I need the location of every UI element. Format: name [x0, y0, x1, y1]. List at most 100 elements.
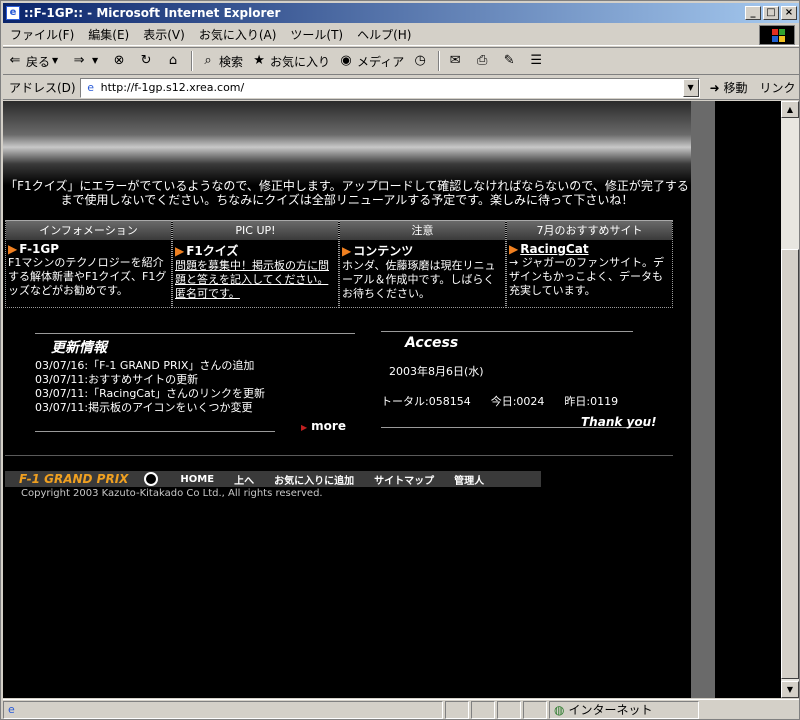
update-item: 03/07/16:「F-1 GRAND PRIX」さんの追加 — [35, 359, 255, 372]
column-header: 注意 — [340, 220, 505, 240]
window-title: ::F-1GP:: - Microsoft Internet Explorer — [24, 6, 281, 20]
mail-button[interactable]: ✉ — [443, 49, 470, 73]
back-label: 戻る — [26, 54, 51, 69]
refresh-icon: ↻ — [140, 53, 152, 68]
history-button[interactable]: ◷ — [408, 49, 435, 73]
home-button[interactable]: ⌂ — [161, 49, 188, 73]
nav-add-favorite[interactable]: お気に入りに追加 — [274, 472, 354, 487]
toolbar-separator — [191, 51, 194, 71]
column-body-link[interactable]: 問題を募集中！掲示板の方に問題と答えを記入してください。匿名可です。 — [173, 259, 338, 307]
back-button[interactable]: ⇐ 戻る ▼ — [3, 49, 67, 73]
media-label: メディア — [357, 54, 405, 69]
menu-tools[interactable]: ツール(T) — [283, 26, 350, 43]
update-item: 03/07/11:おすすめサイトの更新 — [35, 373, 199, 386]
close-button[interactable]: × — [781, 6, 797, 20]
forward-arrow-icon: ⇒ — [73, 53, 85, 68]
racingcat-link[interactable]: RacingCat — [520, 242, 588, 256]
favorites-button[interactable]: ★ お気に入り — [247, 49, 334, 73]
updates-list: 03/07/16:「F-1 GRAND PRIX」さんの追加 03/07/11:… — [35, 359, 265, 415]
edit-button[interactable]: ✎ — [497, 49, 524, 73]
circle-icon — [144, 472, 159, 486]
toolbar-separator — [438, 51, 441, 71]
discuss-button[interactable]: ☰ — [524, 49, 551, 73]
address-dropdown-icon[interactable]: ▼ — [682, 78, 699, 97]
print-button[interactable]: ⎙ — [470, 49, 497, 73]
arrow-right-icon: ▶ — [509, 242, 519, 256]
menu-help[interactable]: ヘルプ(H) — [350, 26, 418, 43]
minimize-button[interactable]: _ — [745, 6, 761, 20]
nav-home[interactable]: HOME — [180, 474, 214, 485]
menu-edit[interactable]: 編集(E) — [81, 26, 136, 43]
page-icon: e — [87, 80, 94, 94]
menu-favorites[interactable]: お気に入り(A) — [192, 26, 284, 43]
arrow-right-icon: ▶ — [301, 423, 308, 432]
scroll-up-icon[interactable]: ▲ — [781, 101, 799, 118]
toolbar: ⇐ 戻る ▼ ⇒ ▼ ⊗ ↻ ⌂ ⌕ 検索 ★ お気に入り ◉ メディア ◷ ✉… — [3, 47, 799, 75]
thank-you-text: Thank you! — [581, 415, 657, 429]
footer-nav: F-1 GRAND PRIX HOME 上へ お気に入りに追加 サイトマップ 管… — [5, 471, 541, 487]
go-label: 移動 — [723, 81, 748, 95]
nav-admin[interactable]: 管理人 — [454, 472, 484, 487]
address-input[interactable]: e http://f-1gp.s12.xrea.com/ ▼ — [79, 77, 700, 98]
updates-bottom-divider — [35, 431, 275, 432]
search-button[interactable]: ⌕ 検索 — [196, 49, 247, 73]
title-bar: e ::F-1GP:: - Microsoft Internet Explore… — [3, 3, 799, 23]
column-recommended: 7月のおすすめサイト ▶ RacingCat → ジャガーのファンサイト。デザイン… — [506, 220, 673, 308]
column-pickup: PIC UP! ▶ F1クイズ 問題を募集中！掲示板の方に問題と答えを記入してくだ… — [172, 220, 339, 308]
forward-button[interactable]: ⇒ ▼ — [67, 49, 107, 73]
menu-view[interactable]: 表示(V) — [136, 26, 192, 43]
access-today: 今日:0024 — [490, 395, 545, 408]
address-url: http://f-1gp.s12.xrea.com/ — [100, 81, 245, 94]
history-icon: ◷ — [414, 53, 426, 68]
ie-logo-icon: e — [6, 6, 20, 20]
media-button[interactable]: ◉ メディア — [334, 49, 408, 73]
status-pane — [523, 700, 547, 719]
access-total: トータル:058154 — [381, 395, 471, 408]
chevron-down-icon: ▼ — [51, 56, 59, 65]
nav-up[interactable]: 上へ — [234, 472, 254, 487]
menu-file[interactable]: ファイル(F) — [3, 26, 81, 43]
scroll-down-icon[interactable]: ▼ — [781, 681, 799, 698]
stop-button[interactable]: ⊗ — [107, 49, 134, 73]
refresh-button[interactable]: ↻ — [134, 49, 161, 73]
column-header: PIC UP! — [173, 220, 338, 240]
chevron-down-icon: ▼ — [91, 56, 99, 65]
footer-brand: F-1 GRAND PRIX — [19, 472, 129, 486]
updates-divider — [35, 333, 355, 334]
column-header: インフォメーション — [6, 220, 171, 240]
access-yesterday: 昨日:0119 — [564, 395, 619, 408]
scroll-thumb[interactable] — [781, 249, 799, 679]
more-label: more — [311, 419, 346, 433]
favorites-icon: ★ — [253, 53, 265, 68]
favorites-label: お気に入り — [270, 54, 331, 69]
address-label: アドレス(D) — [9, 81, 76, 95]
go-button[interactable]: ➜ 移動 — [710, 79, 748, 96]
maximize-button[interactable]: □ — [763, 6, 779, 20]
status-bar: e ◍ インターネット — [3, 699, 799, 719]
menu-bar: ファイル(F) 編集(E) 表示(V) お気に入り(A) ツール(T) ヘルプ(… — [3, 24, 799, 46]
print-icon: ⎙ — [477, 53, 488, 68]
banner-image — [3, 101, 703, 185]
access-title: Access — [405, 335, 459, 351]
nav-sitemap[interactable]: サイトマップ — [374, 472, 434, 487]
notice-text: 「F1クイズ」にエラーがでているようなので、修正中します。アップロードして確認し… — [5, 179, 689, 207]
more-link[interactable]: ▶ more — [301, 419, 346, 433]
column-body: → ジャガーのファンサイト。デザインもかっこよく、データも充実しています。 — [509, 256, 664, 297]
page-icon: e — [8, 703, 15, 716]
go-arrow-icon: ➜ — [709, 81, 720, 95]
media-icon: ◉ — [340, 53, 352, 68]
access-panel: 2003年8月6日(水) トータル:058154 今日:0024 昨日:0119 — [381, 363, 618, 409]
search-icon: ⌕ — [204, 53, 212, 68]
vertical-scrollbar[interactable]: ▲ ▼ — [781, 101, 799, 698]
column-title: F-1GP — [19, 242, 60, 256]
update-item: 03/07/11:掲示板のアイコンをいくつか変更 — [35, 401, 253, 414]
stop-icon: ⊗ — [113, 53, 125, 68]
windows-logo-icon — [759, 25, 795, 45]
copyright-text: Copyright 2003 Kazuto-Kitakado Co Ltd., … — [21, 488, 323, 499]
back-arrow-icon: ⇐ — [9, 53, 21, 68]
links-button[interactable]: リンク — [760, 79, 796, 96]
access-date: 2003年8月6日(水) — [389, 365, 484, 378]
status-pane — [445, 700, 469, 719]
column-body: F1マシンのテクノロジーを紹介する解体新書やF1クイズ、F1グッズなどがお勧めで… — [8, 256, 167, 297]
updates-title: 更新情報 — [51, 340, 107, 356]
